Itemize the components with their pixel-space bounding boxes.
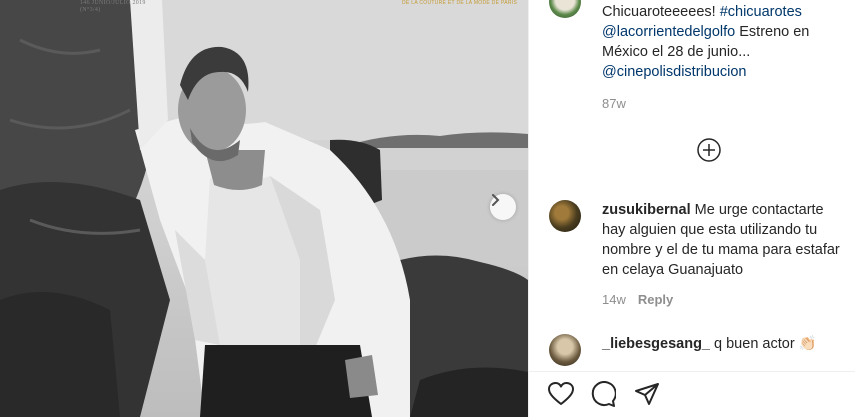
comments-panel: Chicuaroteeeees! #chicuarotes @lacorrien…: [528, 0, 855, 417]
load-more-comments-button[interactable]: [697, 137, 721, 167]
comment-avatar-zusukibernal[interactable]: [549, 200, 581, 232]
post-image[interactable]: 146 JUNIO/JULIO 2019 (N°3/4) DE LA COUTU…: [0, 0, 528, 417]
hashtag-link[interactable]: #chicuarotes: [720, 4, 802, 20]
caption-line-1: Chicuaroteeeees! #chicuarotes: [602, 2, 802, 22]
heart-icon: [548, 381, 574, 411]
comment-text: Me urge contactarte: [690, 202, 824, 218]
comment-line-1: zusukibernal Me urge contactarte: [602, 200, 824, 220]
magazine-issue-label: 146 JUNIO/JULIO 2019 (N°3/4): [80, 0, 146, 13]
mention-link-cinepolis[interactable]: @cinepolisdistribucion: [602, 64, 746, 80]
comment-line-1: _liebesgesang_ q buen actor 👏🏻: [602, 334, 817, 354]
comment-username[interactable]: zusukibernal: [602, 202, 691, 218]
comment-line-4: en celaya Guanajuato: [602, 262, 744, 278]
next-image-button[interactable]: [490, 194, 516, 220]
caption-line-4: @cinepolisdistribucion: [602, 62, 746, 82]
comment-meta: 14w Reply: [602, 292, 673, 307]
like-button[interactable]: [547, 381, 575, 411]
caption-timestamp[interactable]: 87w: [602, 96, 626, 111]
mention-link-lacorrientedelgolfo[interactable]: @lacorrientedelgolfo: [602, 24, 735, 40]
comment-timestamp[interactable]: 14w: [602, 292, 626, 307]
comment-avatar-liebesgesang[interactable]: [549, 334, 581, 366]
reply-button[interactable]: Reply: [638, 292, 673, 307]
caption-text: Chicuaroteeeees!: [602, 4, 720, 20]
caption-avatar[interactable]: [549, 0, 581, 18]
comment-line-2: hay alguien que esta utilizando tu: [602, 222, 818, 238]
photo-artwork: [0, 0, 528, 417]
plus-circle-icon: [697, 137, 721, 167]
magazine-tagline: DE LA COUTURE ET DE LA MODE DE PARIS: [402, 0, 518, 6]
caption-line-2: @lacorrientedelgolfo Estreno en: [602, 22, 809, 42]
comment-line-3: nombre y el de tu mama para estafar: [602, 242, 840, 258]
paper-plane-icon: [634, 382, 660, 411]
comment-button[interactable]: [589, 380, 617, 412]
comment-username[interactable]: _liebesgesang_: [602, 336, 710, 352]
comment-text: q buen actor 👏🏻: [710, 336, 817, 352]
share-button[interactable]: [633, 382, 661, 410]
comment-icon: [590, 380, 617, 412]
caption-line-3: México el 28 de junio...: [602, 44, 751, 60]
caption-text: Estreno en: [735, 24, 810, 40]
actions-divider: [529, 371, 855, 372]
